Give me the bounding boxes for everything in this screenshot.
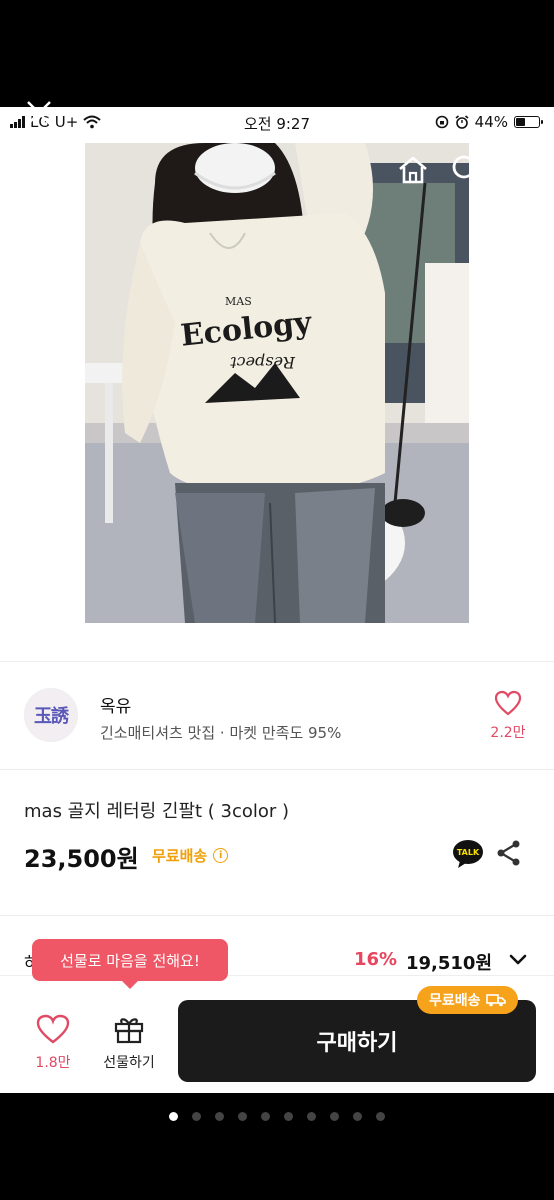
battery-label: 44% xyxy=(474,113,508,131)
cart-icon[interactable] xyxy=(502,151,536,187)
page-dot[interactable] xyxy=(192,1112,201,1121)
gift-button[interactable]: 선물하기 xyxy=(96,1014,162,1072)
product-image: MAS Ecology Respect xyxy=(85,143,469,623)
kakaotalk-icon[interactable]: TALK xyxy=(452,839,484,869)
product-price: 23,500원 xyxy=(24,845,139,873)
top-navigation xyxy=(0,147,554,191)
seller-meta: 긴소매티셔츠 맛집 · 마켓 만족도 95% xyxy=(100,724,342,742)
chevron-down-icon[interactable] xyxy=(508,953,528,967)
product-photo[interactable]: MAS Ecology Respect xyxy=(85,143,469,623)
divider xyxy=(0,769,554,770)
seller-row[interactable]: 玉誘 옥유 긴소매티셔츠 맛집 · 마켓 만족도 95% 2.2만 xyxy=(0,672,554,767)
page-dot[interactable] xyxy=(261,1112,270,1121)
discount-price: 19,510원 xyxy=(406,953,493,974)
truck-icon xyxy=(485,994,506,1007)
search-icon[interactable] xyxy=(450,153,484,187)
info-icon[interactable]: i xyxy=(213,848,229,863)
discount-percent: 16% xyxy=(354,949,398,970)
like-button[interactable]: 1.8만 xyxy=(30,1014,76,1072)
gift-label: 선물하기 xyxy=(103,1055,155,1071)
page-dot[interactable] xyxy=(238,1112,247,1121)
alarm-icon xyxy=(455,115,469,129)
gift-icon xyxy=(114,1018,144,1044)
page-dot[interactable] xyxy=(169,1112,178,1121)
seller-avatar[interactable]: 玉誘 xyxy=(24,688,78,742)
page-indicator[interactable] xyxy=(0,1106,554,1125)
product-title: mas 골지 레터링 긴팔t ( 3color ) xyxy=(24,801,290,822)
free-shipping-label[interactable]: 무료배송 i xyxy=(152,845,229,866)
seller-like-button[interactable]: 2.2만 xyxy=(488,690,528,742)
seller-like-count: 2.2만 xyxy=(490,725,526,741)
app-screen: LG U+ 오전 9:27 44% MAS Ecology Respect 玉誘… xyxy=(0,107,554,1093)
gift-tooltip: 선물로 마음을 전해요! xyxy=(32,939,228,989)
heart-icon xyxy=(494,690,522,716)
status-bar: LG U+ 오전 9:27 44% xyxy=(0,107,554,137)
chevron-left-icon[interactable] xyxy=(22,153,48,187)
seller-name[interactable]: 옥유 xyxy=(100,692,131,717)
free-shipping-badge: 무료배송 xyxy=(417,986,518,1014)
page-dot[interactable] xyxy=(307,1112,316,1121)
shipping-text: 무료배송 xyxy=(152,847,208,865)
share-icon[interactable] xyxy=(496,839,522,867)
shirt-print-mas: MAS xyxy=(225,295,252,308)
divider xyxy=(0,661,554,662)
page-dot[interactable] xyxy=(284,1112,293,1121)
bottom-action-bar: 1.8만 선물하기 구매하기 무료배송 xyxy=(0,975,554,1093)
svg-text:Respect: Respect xyxy=(230,353,296,372)
page-dot[interactable] xyxy=(353,1112,362,1121)
rotation-lock-icon xyxy=(435,115,448,129)
svg-text:TALK: TALK xyxy=(457,848,480,857)
free-shipping-badge-text: 무료배송 xyxy=(429,993,481,1009)
like-count: 1.8만 xyxy=(35,1055,71,1071)
page-dot[interactable] xyxy=(330,1112,339,1121)
battery-icon xyxy=(514,116,543,128)
page-dot[interactable] xyxy=(215,1112,224,1121)
page-dot[interactable] xyxy=(376,1112,385,1121)
close-icon[interactable] xyxy=(24,98,54,128)
home-icon[interactable] xyxy=(396,153,430,187)
divider xyxy=(0,915,554,916)
heart-icon xyxy=(36,1014,70,1044)
